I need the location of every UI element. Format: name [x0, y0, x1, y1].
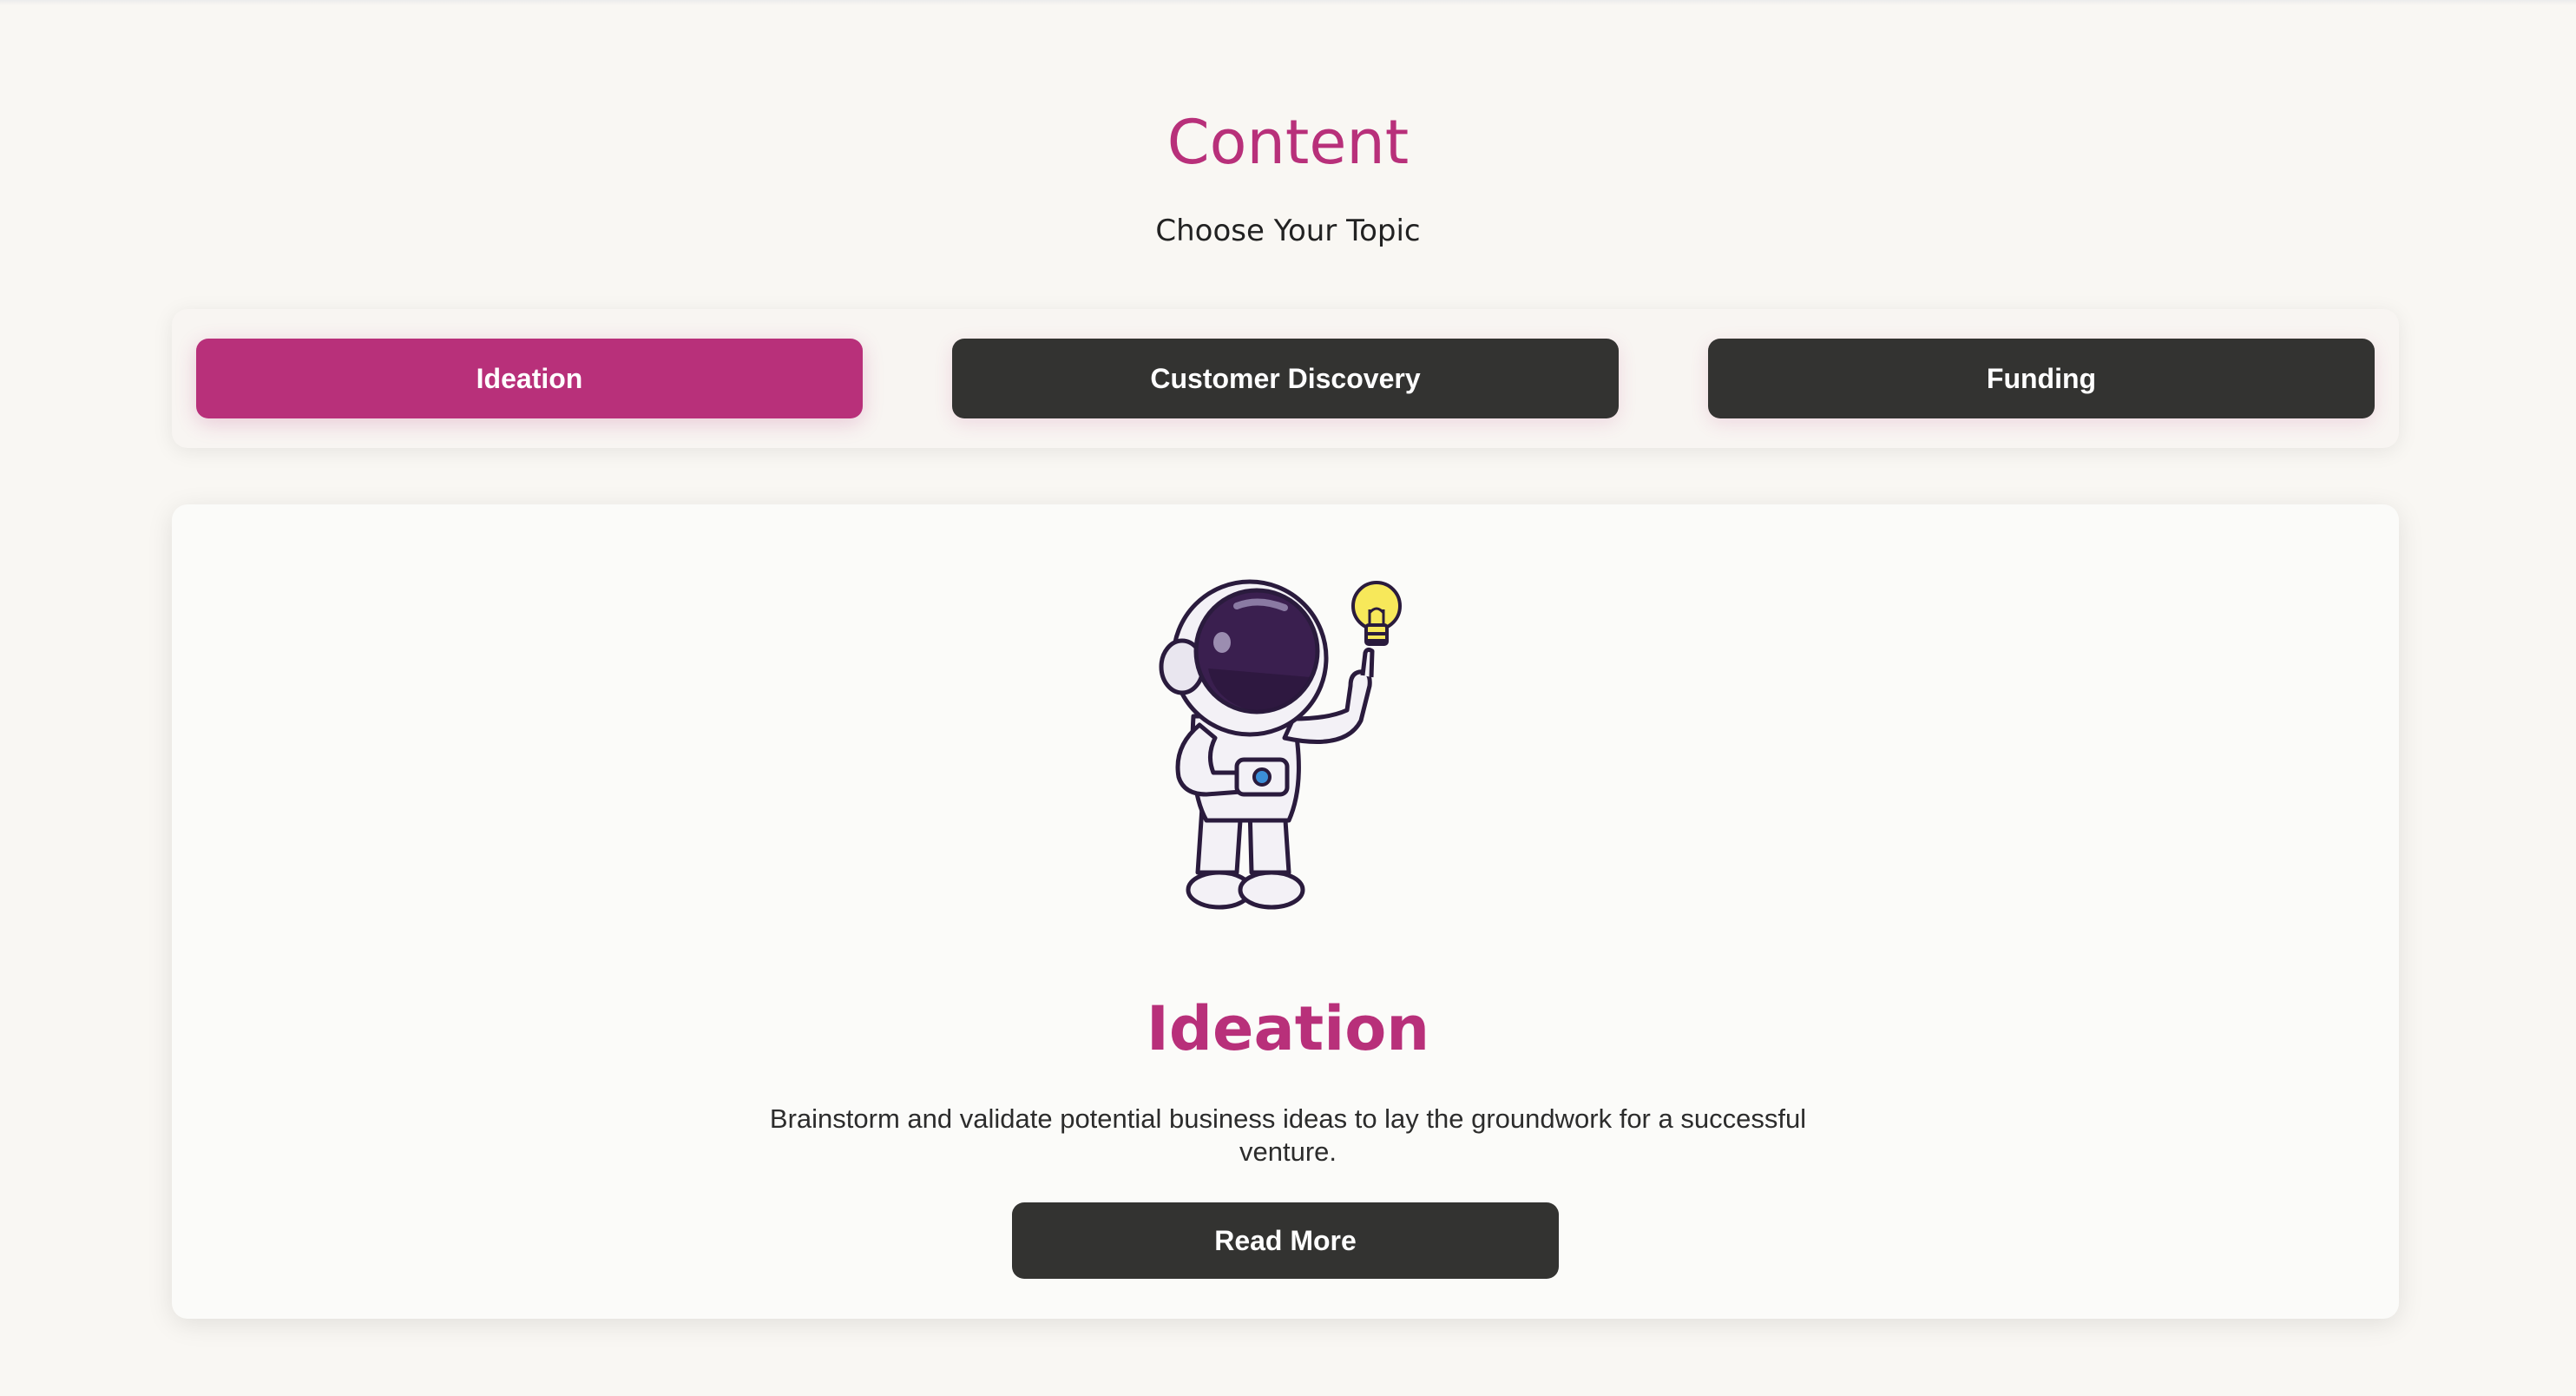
read-more-button[interactable]: Read More [1012, 1202, 1559, 1279]
page-title: Content [1166, 107, 1410, 178]
astronaut-lightbulb-icon [1159, 579, 1402, 910]
lightbulb-icon [1351, 581, 1402, 646]
tab-ideation[interactable]: Ideation [196, 339, 863, 418]
top-shadow [0, 0, 2576, 5]
topic-tab-bar: Ideation Customer Discovery Funding [172, 309, 2399, 448]
card-title: Ideation [1146, 993, 1430, 1064]
page-subtitle: Choose Your Topic [1155, 214, 1421, 248]
tab-funding[interactable]: Funding [1708, 339, 2375, 418]
tab-customer-discovery[interactable]: Customer Discovery [952, 339, 1619, 418]
card-description: Brainstorm and validate potential busine… [769, 1103, 1807, 1167]
